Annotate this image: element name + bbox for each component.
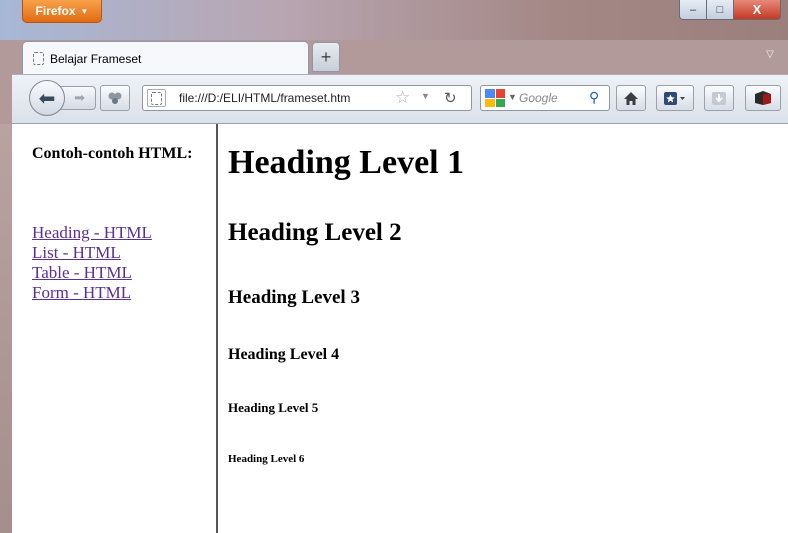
search-icon[interactable]: ⚲	[589, 89, 599, 106]
search-bar[interactable]: ▼ Google ⚲	[480, 85, 610, 111]
reload-icon[interactable]: ↻	[444, 89, 457, 107]
downloads-button[interactable]	[704, 85, 734, 111]
heading-level-1: Heading Level 1	[228, 144, 465, 181]
page-favicon-icon	[33, 52, 44, 65]
back-button[interactable]: ⬅	[29, 80, 65, 116]
minimize-button[interactable]: –	[679, 0, 707, 20]
url-text: file:///D:/ELI/HTML/frameset.htm	[179, 91, 351, 105]
search-engine-dropdown-icon[interactable]: ▼	[508, 92, 517, 102]
minimize-icon: –	[689, 3, 697, 16]
navigation-toolbar: ➡ ⬅ file:///D:/ELI/HTML/frameset.htm ☆ ▼…	[12, 74, 788, 124]
sidebar-heading: Contoh-contoh HTML:	[32, 145, 193, 162]
home-button[interactable]	[616, 85, 646, 111]
extension-button[interactable]	[100, 85, 130, 111]
window-titlebar: Firefox ▼ – □ X	[0, 0, 788, 40]
link-form-html[interactable]: Form - HTML	[32, 283, 152, 303]
extension-icon	[108, 92, 122, 104]
heading-level-6: Heading Level 6	[228, 453, 305, 465]
link-table-html[interactable]: Table - HTML	[32, 263, 152, 283]
plus-icon: +	[320, 46, 332, 67]
bookmarks-menu-icon	[664, 91, 685, 105]
tab-title: Belajar Frameset	[50, 51, 142, 66]
tab-belajar-frameset[interactable]: Belajar Frameset	[22, 41, 309, 75]
heading-level-5: Heading Level 5	[228, 400, 319, 415]
site-identity-button[interactable]	[147, 89, 166, 107]
google-logo-icon[interactable]	[485, 89, 505, 107]
new-tab-button[interactable]: +	[312, 42, 340, 72]
addon-button[interactable]	[745, 85, 781, 111]
navigation-frame: Contoh-contoh HTML: Heading - HTML List …	[12, 124, 218, 533]
maximize-button[interactable]: □	[706, 0, 734, 20]
sidebar-link-list: Heading - HTML List - HTML Table - HTML …	[32, 223, 152, 303]
heading-level-3: Heading Level 3	[228, 287, 360, 308]
firefox-menu-label: Firefox	[35, 4, 76, 18]
home-icon	[624, 91, 638, 105]
back-icon: ⬅	[38, 87, 56, 110]
link-heading-html[interactable]: Heading - HTML	[32, 223, 152, 243]
heading-level-2: Heading Level 2	[228, 219, 402, 246]
maximize-icon: □	[716, 3, 724, 16]
close-button[interactable]: X	[733, 0, 781, 20]
heading-level-4: Heading Level 4	[228, 346, 340, 363]
chevron-down-icon: ▼	[80, 6, 89, 16]
forward-icon: ➡	[74, 90, 85, 105]
addon-icon	[755, 91, 771, 105]
firefox-menu-button[interactable]: Firefox ▼	[22, 0, 102, 23]
url-bar[interactable]: file:///D:/ELI/HTML/frameset.htm ☆ ▼ ↻	[142, 85, 472, 111]
content-frame: Heading Level 1 Heading Level 2 Heading …	[218, 124, 788, 533]
downloads-icon	[712, 91, 726, 105]
list-all-tabs-button[interactable]: ▽	[762, 46, 778, 62]
window-left-border	[0, 124, 12, 533]
chevron-down-icon: ▽	[766, 48, 774, 60]
search-input[interactable]: Google	[519, 91, 558, 105]
bookmarks-menu-button[interactable]	[656, 85, 694, 111]
close-icon: X	[752, 2, 762, 17]
bookmark-star-icon[interactable]: ☆	[395, 88, 410, 108]
link-list-html[interactable]: List - HTML	[32, 243, 152, 263]
url-history-dropdown-icon[interactable]: ▼	[421, 91, 430, 101]
site-identity-icon	[151, 91, 162, 105]
